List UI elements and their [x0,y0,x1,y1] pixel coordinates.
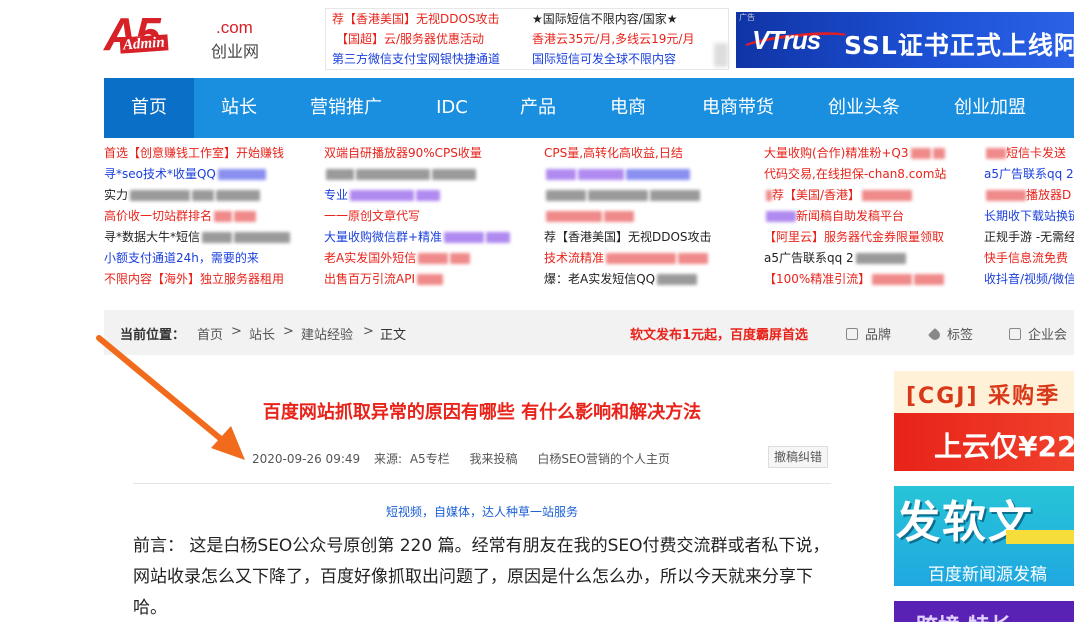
ad-top-section: [CGJ] 采购季 [894,371,1074,413]
list-item[interactable]: 大量收购(合作)精准粉+Q3 [764,143,984,164]
logo-tagline: 创业网 [211,42,260,61]
list-item[interactable]: 新闻稿自助发稿平台 [764,206,984,227]
list-item[interactable]: 荐【香港美国】无视DDOS攻击 [544,227,764,248]
list-item[interactable]: 出售百万引流API [324,269,544,290]
nav-ecommerce[interactable]: 电商 [584,78,672,138]
list-item[interactable]: 正规手游 -无需经 [984,227,1074,248]
ad-stripe [1006,530,1074,544]
promo-link[interactable]: 香港云35元/月,多线云19元/月 [532,29,694,49]
nav-franchise[interactable]: 创业加盟 [938,78,1042,138]
list-item[interactable] [544,164,764,185]
links-column: 首选【创意赚钱工作室】开始赚钱 寻*seo技术*收量QQ 实力 高价收一切站群排… [104,143,324,290]
list-item[interactable]: 快手信息流免费 [984,248,1074,269]
links-column: 大量收购(合作)精准粉+Q3 代码交易,在线担保-chan8.com站 荐【美国… [764,143,984,290]
header-promo-box: 荐【香港美国】无视DDOS攻击 ★国际短信不限内容/国家★ 【国超】云/服务器优… [325,8,729,70]
ad-headline: [CGJ] 采购季 [906,384,1061,409]
list-item[interactable]: 寻*seo技术*收量QQ [104,164,324,185]
softtext-promo-link[interactable]: 软文发布1元起，百度霸屏首选 [630,324,808,343]
list-item[interactable] [544,206,764,227]
logo-domain: .com [216,18,253,37]
nav-products[interactable]: 产品 [496,78,580,138]
list-item[interactable]: 老A实发国外短信 [324,248,544,269]
breadcrumb-sep: > [363,324,374,339]
list-item[interactable]: 长期收下载站换链 [984,206,1074,227]
author-link[interactable]: 白杨SEO营销的个人主页 [537,452,670,466]
list-item[interactable]: a5广告联系qq 2 [764,248,984,269]
list-item[interactable]: 技术流精准 [544,248,764,269]
ad-bottom-section: 上云仅¥22 [894,413,1074,471]
list-item[interactable]: 实力 [104,185,324,206]
list-item[interactable]: 荐【美国/香港】 [764,185,984,206]
source-label: 来源: [373,452,403,466]
site-logo[interactable]: A5 Admin .com 创业网 [104,8,274,64]
brand-tool[interactable]: 品牌 [846,324,891,343]
purple-ad[interactable]: 跨境 特长 [894,601,1074,622]
list-item[interactable]: 寻*数据大牛*短信 [104,227,324,248]
list-item[interactable] [324,164,544,185]
list-item[interactable]: a5广告联系qq 22 [984,164,1074,185]
article-title: 百度网站抓取异常的原因有哪些 有什么影响和解决方法 [262,402,702,423]
nav-ecommerce-sales[interactable]: 电商带货 [688,78,788,138]
divider [133,483,831,484]
nav-marketing[interactable]: 营销推广 [290,78,402,138]
softtext-ad[interactable]: 发软文 百度新闻源发稿 [894,486,1074,586]
article-meta: 2020-09-26 09:49 来源: A5专栏 我来投稿 白杨SEO营销的个… [252,450,680,467]
list-item[interactable]: 首选【创意赚钱工作室】开始赚钱 [104,143,324,164]
promo-link[interactable]: 【国超】云/服务器优惠活动 [336,29,484,49]
list-item[interactable]: 短信卡发送 [984,143,1074,164]
article-date: 2020-09-26 09:49 [252,452,361,466]
links-column: CPS量,高转化高收益,日结 荐【香港美国】无视DDOS攻击 技术流精准 爆：老… [544,143,764,290]
logo-admin: Admin [119,34,169,54]
nav-startup-news[interactable]: 创业头条 [812,78,916,138]
list-item[interactable]: 爆：老A实发短信QQ [544,269,764,290]
list-item[interactable]: 不限内容【海外】独立服务器租用 [104,269,324,290]
camera-icon [1009,328,1021,340]
breadcrumb-sep: > [283,324,294,339]
nav-idc[interactable]: IDC [408,78,496,138]
bag-icon [846,328,858,340]
article-body: 前言： 这是白杨SEO公众号原创第 220 篇。经常有朋友在我的SEO付费交流群… [133,536,830,618]
ad-links-grid: 首选【创意赚钱工作室】开始赚钱 寻*seo技术*收量QQ 实力 高价收一切站群排… [104,143,1074,293]
nav-webmaster[interactable]: 站长 [194,78,284,138]
ad-subtitle: 百度新闻源发稿 [928,565,1047,585]
list-item[interactable]: 【阿里云】服务器代金券限量领取 [764,227,984,248]
list-item[interactable]: 高价收一切站群排名 [104,206,324,227]
list-item[interactable]: CPS量,高转化高收益,日结 [544,143,764,164]
promo-link[interactable]: ★国际短信不限内容/国家★ [532,9,678,29]
banner-text: SSL证书正式上线阿里云 [844,31,1074,60]
breadcrumb-current: 正文 [380,328,407,343]
list-item[interactable]: 小额支付通道24h，需要的来 [104,248,324,269]
links-column: 短信卡发送 a5广告联系qq 22 播放器D 长期收下载站换链 正规手游 -无需… [984,143,1074,290]
enterprise-tool[interactable]: 企业会 [1009,324,1067,343]
ad-headline: 跨境 特长 [916,609,1012,622]
list-item[interactable]: 【100%精准引流】 [764,269,984,290]
cloud-sale-ad[interactable]: [CGJ] 采购季 上云仅¥22 [894,371,1074,471]
list-item[interactable]: 一一原创文章代写 [324,206,544,227]
sponsor-link[interactable]: 短视频，自媒体，达人种草一站服务 [133,503,831,520]
submit-link[interactable]: 我来投稿 [470,452,518,466]
list-item[interactable]: 播放器D [984,185,1074,206]
vtrus-logo: VTrus [752,25,821,55]
list-item[interactable]: 专业 [324,185,544,206]
breadcrumb-site-building[interactable]: 建站经验 [301,324,353,343]
report-correction-button[interactable]: 撤稿纠错 [768,446,828,468]
blurred-region [714,43,728,67]
list-item[interactable]: 收抖音/视频/微信 [984,269,1074,290]
list-item[interactable] [544,185,764,206]
promo-link[interactable]: 荐【香港美国】无视DDOS攻击 [332,9,500,29]
source-link[interactable]: A5专栏 [410,452,450,466]
ad-label: 广告 [739,13,755,22]
ad-price: 上云仅¥22 [934,430,1074,463]
links-column: 双端自研播放器90%CPS收量 专业 一一原创文章代写 大量收购微信群+精准 老… [324,143,544,290]
list-item[interactable]: 双端自研播放器90%CPS收量 [324,143,544,164]
ssl-banner-ad[interactable]: 广告 VTrus SSL证书正式上线阿里云 [736,12,1074,68]
nav-home[interactable]: 首页 [104,78,194,138]
tag-icon [927,327,943,343]
main-nav: 首页 站长 营销推广 IDC 产品 电商 电商带货 创业头条 创业加盟 [104,78,1074,138]
list-item[interactable]: 大量收购微信群+精准 [324,227,544,248]
list-item[interactable]: 代码交易,在线担保-chan8.com站 [764,164,984,185]
tag-tool[interactable]: 标签 [927,324,973,343]
promo-link[interactable]: 国际短信可发全球不限内容 [532,49,676,69]
promo-link[interactable]: 第三方微信支付宝网银快捷通道 [332,49,500,69]
